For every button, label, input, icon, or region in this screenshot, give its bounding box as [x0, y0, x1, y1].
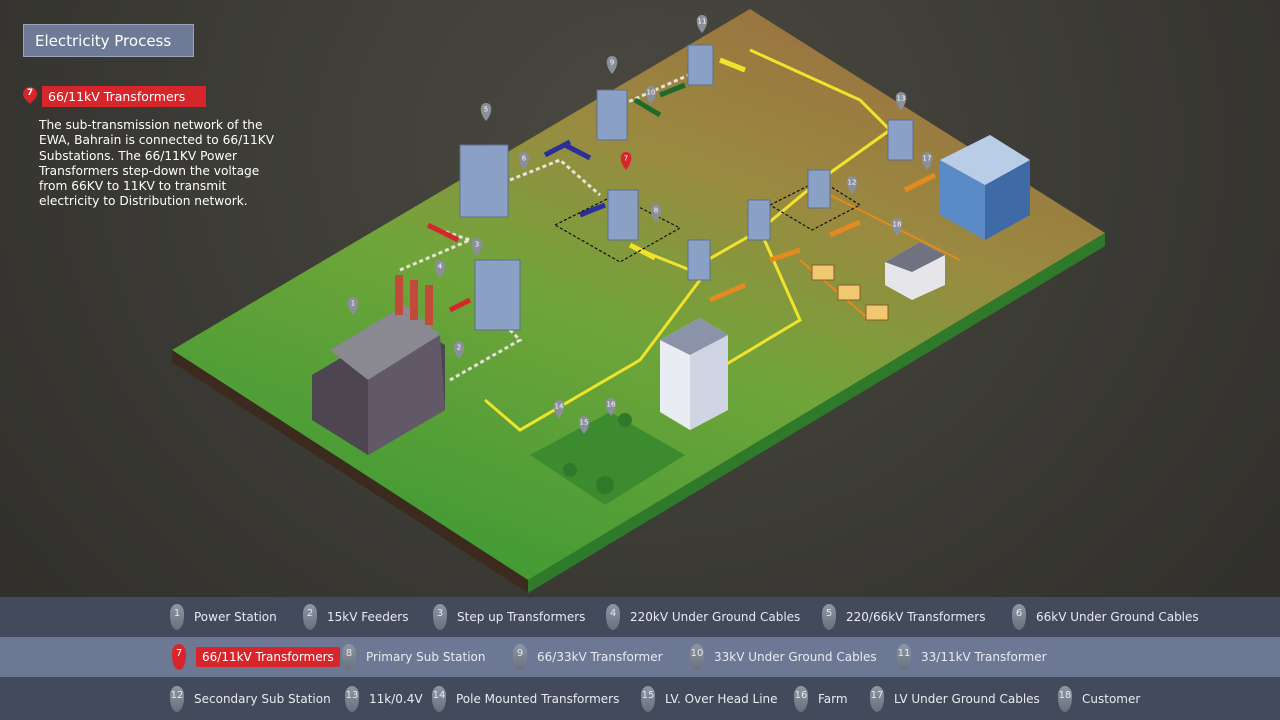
- legend-label: Step up Transformers: [457, 610, 586, 624]
- legend-item-13[interactable]: 13 11k/0.4V: [345, 677, 423, 720]
- scene-marker-number: 4: [438, 263, 443, 271]
- selected-component-header: 7 66/11kV Transformers: [20, 83, 206, 107]
- scene-marker-number: 14: [555, 403, 564, 411]
- scene-marker-9[interactable]: 9: [606, 56, 618, 74]
- legend-item-15[interactable]: 15 LV. Over Head Line: [641, 677, 778, 720]
- scene-marker-5[interactable]: 5: [480, 103, 492, 121]
- legend-label: Pole Mounted Transformers: [456, 691, 620, 706]
- legend-row-1: 1 Power Station 2 15kV Feeders 3 Step up Tran…: [0, 597, 1280, 637]
- scene-marker-number: 16: [607, 401, 616, 409]
- scene-marker-number: 12: [848, 179, 857, 187]
- selected-component-title: 66/11kV Transformers: [42, 86, 206, 107]
- legend-item-12[interactable]: 12 Secondary Sub Station: [170, 677, 331, 720]
- legend-pin-icon: 7: [172, 644, 186, 670]
- legend-label: 33kV Under Ground Cables: [714, 650, 877, 664]
- legend-item-5[interactable]: 5 220/66kV Transformers: [822, 597, 985, 637]
- legend-pin-icon: 11: [897, 644, 911, 670]
- legend-pin-icon: 18: [1058, 685, 1072, 712]
- legend-item-6[interactable]: 6 66kV Under Ground Cables: [1012, 597, 1199, 637]
- selected-component-description: The sub-transmission network of the EWA,…: [39, 118, 275, 209]
- legend-label: Power Station: [194, 610, 277, 624]
- scene-marker-number: 6: [522, 155, 527, 163]
- legend-item-8[interactable]: 8 Primary Sub Station: [342, 637, 486, 677]
- legend-row-3: 12 Secondary Sub Station 13 11k/0.4V 14 Pole …: [0, 677, 1280, 720]
- scene-marker-number: 13: [897, 95, 906, 103]
- legend-pin-icon: 9: [513, 644, 527, 670]
- scene-marker-number: 17: [923, 155, 932, 163]
- legend-label: LV Under Ground Cables: [894, 691, 1040, 706]
- legend-label: 66/33kV Transformer: [537, 650, 663, 664]
- scene-marker-number: 7: [624, 155, 628, 163]
- legend-item-3[interactable]: 3 Step up Transformers: [433, 597, 585, 637]
- legend-label: 66kV Under Ground Cables: [1036, 610, 1199, 624]
- scene-marker-number: 18: [893, 221, 902, 229]
- legend-item-1[interactable]: 1 Power Station: [170, 597, 277, 637]
- legend-item-11[interactable]: 11 33/11kV Transformer: [897, 637, 1047, 677]
- legend-item-17[interactable]: 17 LV Under Ground Cables: [870, 677, 1040, 720]
- legend-item-9[interactable]: 9 66/33kV Transformer: [513, 637, 663, 677]
- legend-pin-icon: 2: [303, 604, 317, 630]
- legend-pin-icon: 10: [690, 644, 704, 670]
- scene-marker-number: 2: [457, 344, 461, 352]
- legend-label: LV. Over Head Line: [665, 691, 778, 706]
- legend-label: Customer: [1082, 691, 1141, 706]
- legend-pin-icon: 15: [641, 685, 655, 712]
- legend-item-16[interactable]: 16 Farm: [794, 677, 848, 720]
- legend-label: 15kV Feeders: [327, 610, 409, 624]
- legend-label: 33/11kV Transformer: [921, 650, 1047, 664]
- legend-label: Secondary Sub Station: [194, 691, 331, 706]
- legend-pin-icon: 3: [433, 604, 447, 630]
- scene-marker-number: 5: [484, 106, 488, 114]
- legend-label: 220kV Under Ground Cables: [630, 610, 801, 624]
- legend-item-7[interactable]: 7 66/11kV Transformers: [172, 637, 340, 677]
- legend-label: 66/11kV Transformers: [196, 647, 340, 667]
- legend-item-18[interactable]: 18 Customer: [1058, 677, 1140, 720]
- legend-label: 220/66kV Transformers: [846, 610, 986, 624]
- legend-pin-icon: 17: [870, 685, 884, 712]
- scene-marker-number: 11: [698, 18, 707, 26]
- map-pin-icon: 7: [20, 83, 40, 107]
- scene-marker-number: 15: [580, 419, 589, 427]
- legend-label: 11k/0.4V: [369, 691, 423, 706]
- legend-pin-icon: 8: [342, 644, 356, 670]
- legend-label: Farm: [818, 691, 848, 706]
- scene-marker-number: 10: [647, 89, 656, 97]
- legend-item-4[interactable]: 4 220kV Under Ground Cables: [606, 597, 800, 637]
- legend-pin-icon: 13: [345, 685, 359, 712]
- page-title: Electricity Process: [23, 24, 194, 57]
- scene-marker-number: 3: [475, 241, 479, 249]
- scene-marker-number: 9: [610, 59, 614, 67]
- legend-pin-icon: 16: [794, 685, 808, 712]
- legend-pin-icon: 6: [1012, 604, 1026, 630]
- scene-marker-number: 8: [654, 207, 658, 215]
- legend-row-2: 7 66/11kV Transformers 8 Primary Sub Statio…: [0, 637, 1280, 677]
- legend-item-2[interactable]: 2 15kV Feeders: [303, 597, 408, 637]
- legend-pin-icon: 5: [822, 604, 836, 630]
- legend-item-14[interactable]: 14 Pole Mounted Transformers: [432, 677, 619, 720]
- legend-pin-icon: 12: [170, 685, 184, 712]
- legend-pin-icon: 1: [170, 604, 184, 630]
- legend-pin-icon: 4: [606, 604, 620, 630]
- legend-label: Primary Sub Station: [366, 650, 486, 664]
- legend-item-10[interactable]: 10 33kV Under Ground Cables: [690, 637, 877, 677]
- apartment-building: [660, 318, 728, 430]
- scene-marker-number: 1: [351, 300, 355, 308]
- scene-marker-11[interactable]: 11: [696, 15, 708, 33]
- legend-pin-icon: 14: [432, 685, 446, 712]
